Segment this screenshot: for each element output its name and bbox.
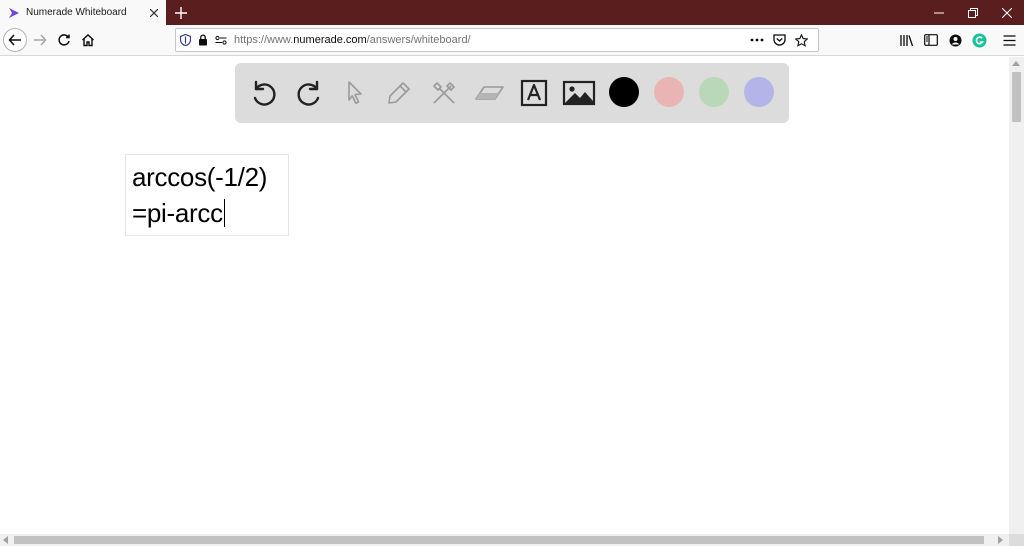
url-path: /answers/whiteboard/: [366, 34, 471, 46]
new-tab-icon[interactable]: [170, 2, 192, 24]
color-swatch-green[interactable]: [699, 77, 729, 107]
color-swatch-black[interactable]: [609, 77, 639, 107]
browser-window: Numerade Whiteboard https://www.numerade…: [0, 0, 1024, 546]
pocket-icon[interactable]: [768, 29, 790, 51]
tab-title: Numerade Whiteboard: [26, 7, 127, 18]
minimize-icon[interactable]: [922, 0, 956, 25]
url-bar[interactable]: https://www.numerade.com/answers/whitebo…: [175, 28, 819, 52]
home-icon: [82, 34, 94, 47]
tools-icon[interactable]: [426, 75, 462, 111]
vertical-scroll-thumb[interactable]: [1012, 72, 1021, 122]
lock-icon[interactable]: [194, 29, 212, 51]
grammarly-extension-icon[interactable]: [967, 28, 991, 52]
text-line-2-content: =pi-arcc: [132, 198, 223, 228]
reload-button[interactable]: [52, 28, 76, 52]
close-tab-icon[interactable]: [146, 5, 162, 21]
undo-icon[interactable]: [246, 75, 282, 111]
url-actions: [746, 29, 818, 51]
pen-icon[interactable]: [381, 75, 417, 111]
whiteboard-toolbar: [235, 63, 789, 123]
color-swatch-pink[interactable]: [654, 77, 684, 107]
account-icon[interactable]: [943, 28, 967, 52]
scroll-right-icon[interactable]: [998, 536, 1003, 544]
library-icon[interactable]: [895, 28, 919, 52]
url-text[interactable]: https://www.numerade.com/answers/whitebo…: [234, 34, 746, 46]
home-button[interactable]: [76, 28, 100, 52]
url-host: numerade.com: [293, 34, 367, 46]
scrollbar-corner: [1009, 534, 1024, 546]
tab-numerade-whiteboard[interactable]: Numerade Whiteboard: [0, 0, 166, 25]
text-line-1: arccos(-1/2): [132, 162, 268, 192]
reload-icon: [58, 34, 70, 46]
back-button[interactable]: [3, 28, 27, 52]
eraser-icon[interactable]: [471, 75, 507, 111]
close-window-icon[interactable]: [990, 0, 1024, 25]
horizontal-scrollbar[interactable]: [0, 534, 1009, 546]
back-arrow-icon: [8, 34, 21, 46]
numerade-favicon-icon: [8, 7, 20, 19]
tab-strip: Numerade Whiteboard: [0, 0, 1024, 25]
vertical-scrollbar[interactable]: [1009, 57, 1024, 534]
image-tool-icon[interactable]: [561, 75, 597, 111]
forward-button[interactable]: [28, 28, 52, 52]
color-swatch-lavender[interactable]: [744, 77, 774, 107]
whiteboard-text-box[interactable]: arccos(-1/2) =pi-arcc: [125, 154, 289, 236]
page-actions-icon[interactable]: [746, 29, 768, 51]
permissions-icon[interactable]: [212, 29, 230, 51]
text-tool-icon[interactable]: [516, 75, 552, 111]
menu-icon[interactable]: [997, 28, 1021, 52]
tracking-protection-icon[interactable]: [176, 29, 194, 51]
bookmark-star-icon[interactable]: [790, 29, 812, 51]
navigation-toolbar: https://www.numerade.com/answers/whitebo…: [0, 25, 1024, 56]
scroll-up-icon[interactable]: [1012, 61, 1020, 66]
url-prefix: https://www.: [234, 34, 294, 46]
forward-arrow-icon: [34, 34, 47, 46]
scroll-left-icon[interactable]: [3, 536, 8, 544]
text-line-2: =pi-arcc: [132, 195, 282, 231]
text-caret: [223, 199, 226, 227]
horizontal-scroll-thumb[interactable]: [14, 536, 984, 544]
select-pointer-icon[interactable]: [336, 75, 372, 111]
redo-icon[interactable]: [291, 75, 327, 111]
restore-icon[interactable]: [956, 0, 990, 25]
whiteboard-canvas[interactable]: arccos(-1/2) =pi-arcc: [0, 57, 1009, 534]
sidebar-icon[interactable]: [919, 28, 943, 52]
